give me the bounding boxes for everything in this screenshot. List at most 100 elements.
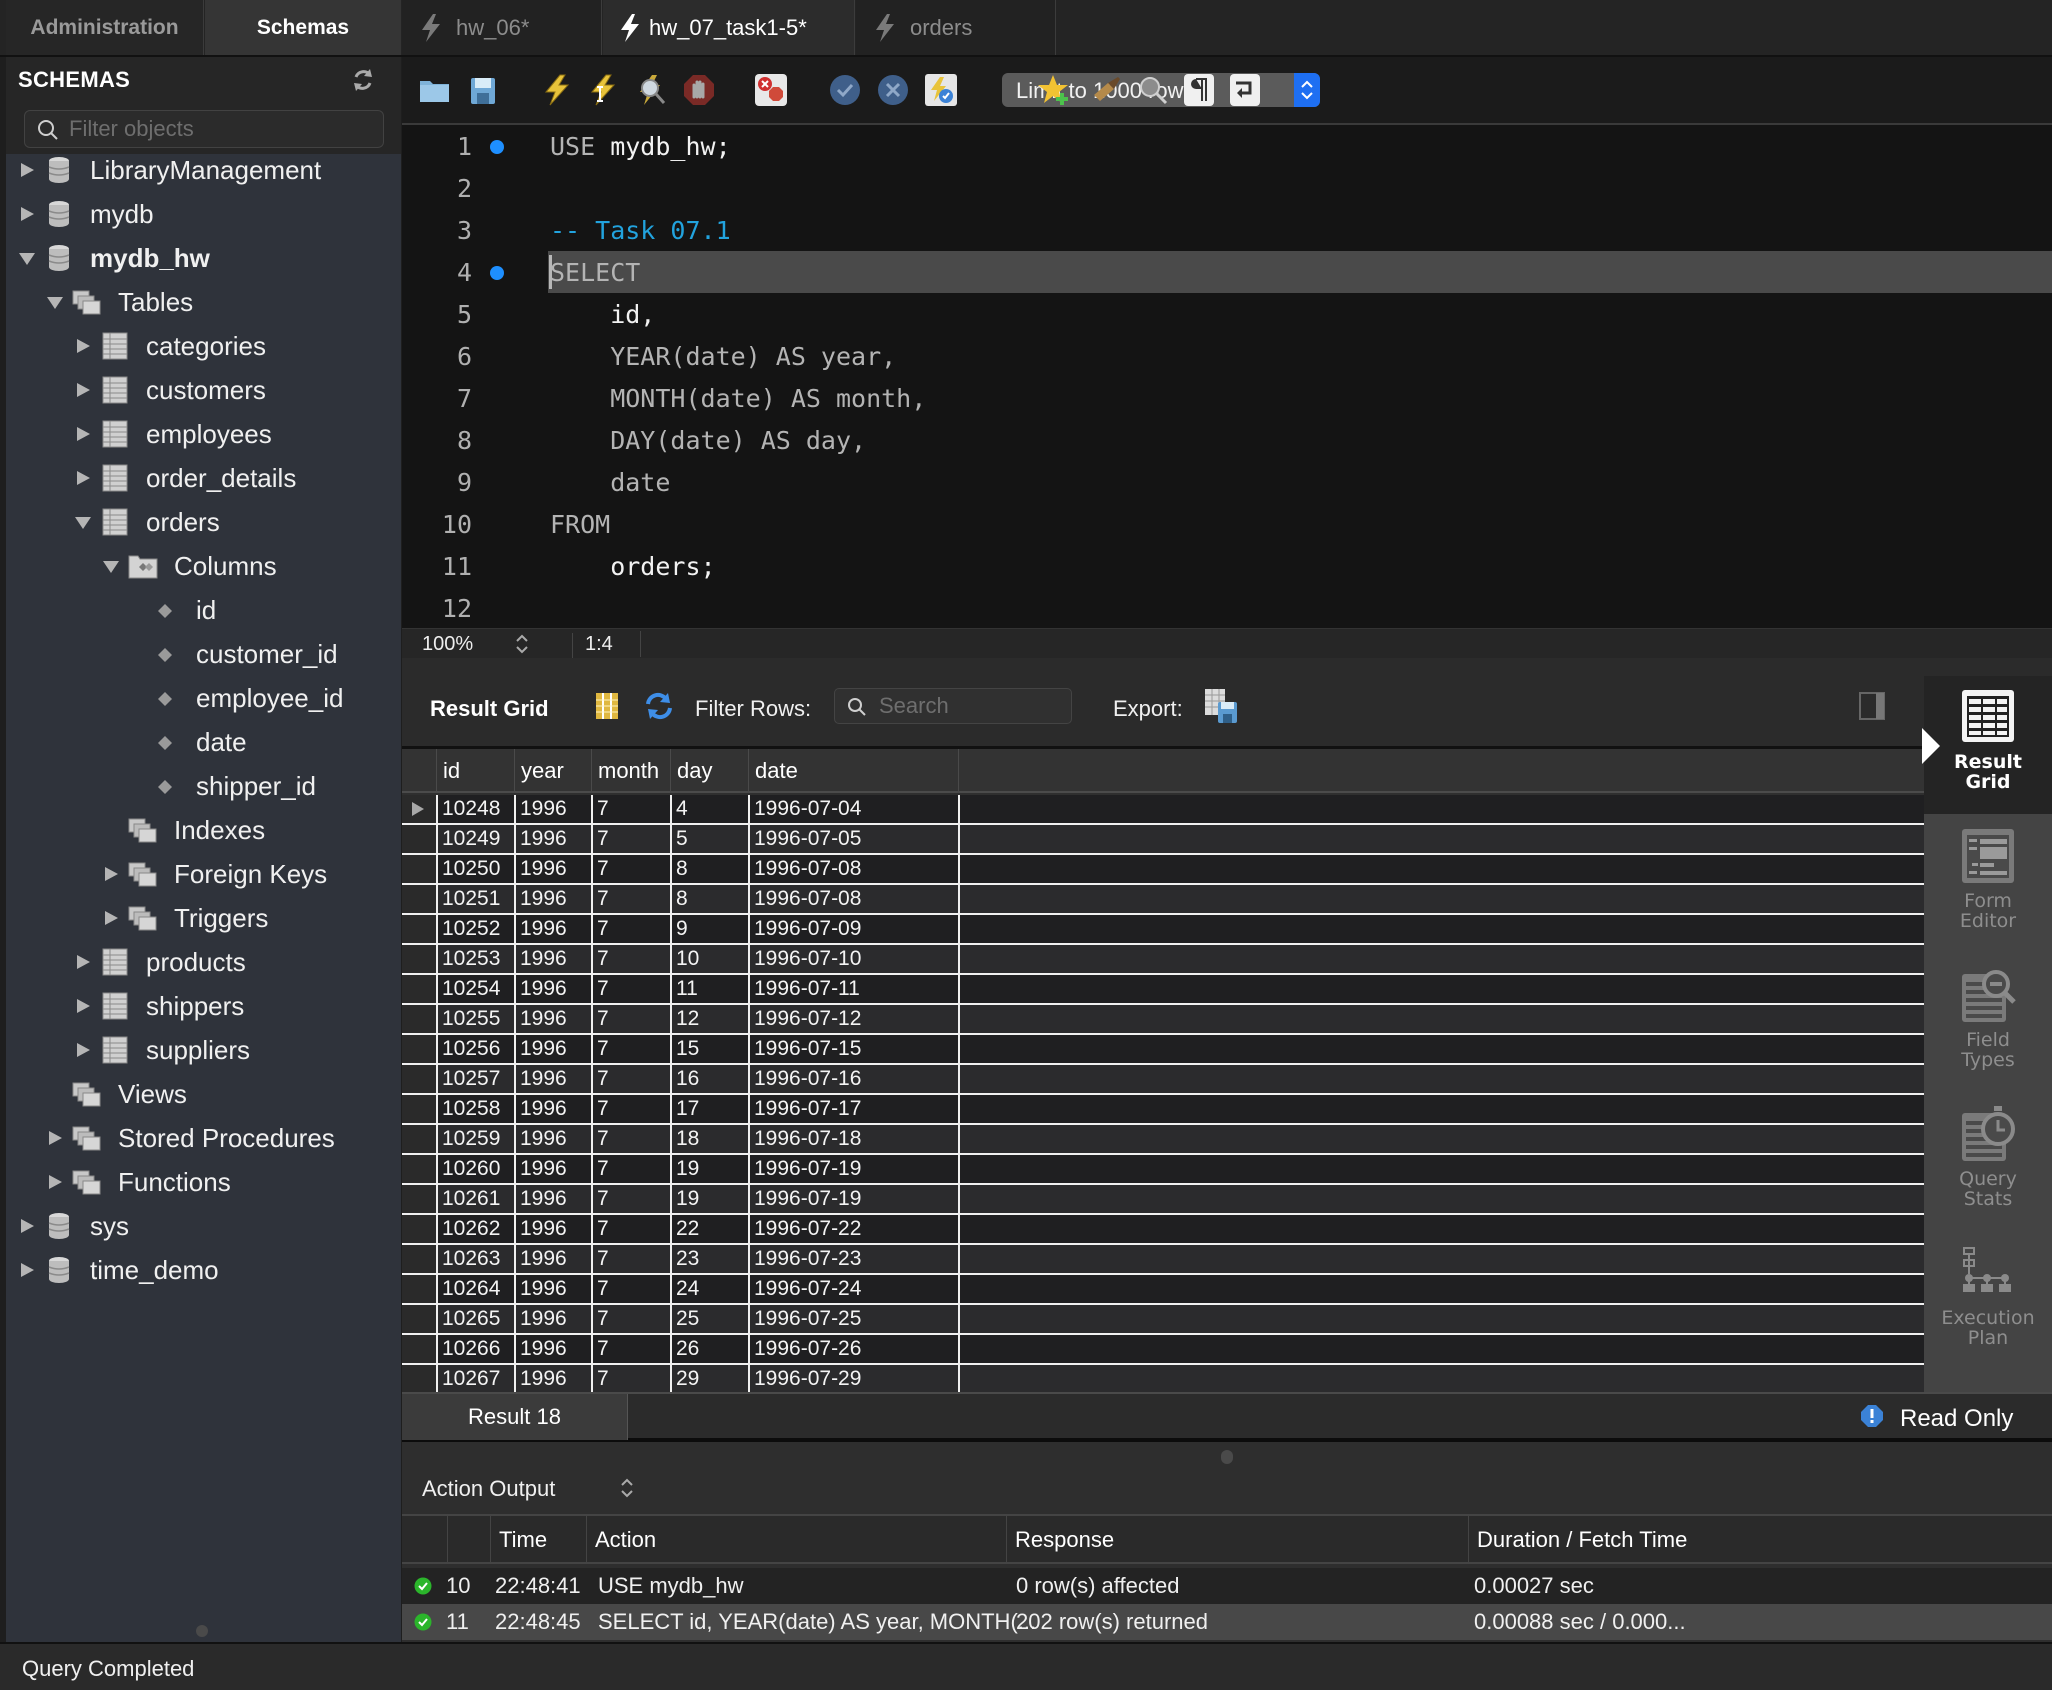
expand-right-icon[interactable] [74, 425, 92, 443]
row-header[interactable] [402, 1155, 436, 1183]
result-grid[interactable]: id year month day date 10248 1996 7 4 1996-07-04… [402, 746, 1924, 1392]
cell-month[interactable]: 7 [591, 1185, 670, 1213]
cell-year[interactable]: 1996 [514, 1245, 591, 1273]
output-row[interactable]: 11 22:48:45 SELECT id, YEAR(date) AS year,… [402, 1604, 2052, 1640]
doc-tab-hw-07-task1-5[interactable]: hw_07_task1-5* [603, 0, 855, 55]
cell-month[interactable]: 7 [591, 825, 670, 853]
cell-day[interactable]: 10 [670, 945, 748, 973]
limit-rows-stepper[interactable] [1294, 73, 1320, 107]
zoom-stepper-icon[interactable] [514, 632, 530, 656]
column-header-date[interactable]: date [748, 749, 958, 793]
cell-month[interactable]: 7 [591, 915, 670, 943]
sidebar-resize-handle[interactable] [196, 1625, 208, 1637]
side-panel-result-grid[interactable]: Result Grid [1922, 676, 2052, 814]
cell-year[interactable]: 1996 [514, 1095, 591, 1123]
cell-year[interactable]: 1996 [514, 1035, 591, 1063]
table-row[interactable]: 10265 1996 7 25 1996-07-25 [402, 1305, 1924, 1335]
table-row[interactable]: 10262 1996 7 22 1996-07-22 [402, 1215, 1924, 1245]
cell-month[interactable]: 7 [591, 1035, 670, 1063]
expand-right-icon[interactable] [102, 909, 120, 927]
expand-right-icon[interactable] [102, 865, 120, 883]
expand-right-icon[interactable] [74, 1041, 92, 1059]
cell-month[interactable]: 7 [591, 945, 670, 973]
cell-id[interactable]: 10261 [436, 1185, 514, 1213]
table-row[interactable]: 10252 1996 7 9 1996-07-09 [402, 915, 1924, 945]
output-column-header[interactable] [447, 1516, 490, 1564]
output-type-select[interactable]: Action Output [422, 1476, 555, 1502]
toggle-side-panel-icon[interactable] [1859, 692, 1885, 720]
cell-date[interactable]: 1996-07-17 [748, 1095, 958, 1123]
cell-year[interactable]: 1996 [514, 825, 591, 853]
cell-day[interactable]: 8 [670, 885, 748, 913]
expand-right-icon[interactable] [74, 469, 92, 487]
table-row[interactable]: 10253 1996 7 10 1996-07-10 [402, 945, 1924, 975]
tree-item-sys[interactable]: sys [18, 1206, 129, 1246]
tree-item-customer-id[interactable]: customer_id [150, 634, 338, 674]
output-column-header[interactable]: Response [1006, 1516, 1468, 1564]
tree-item-categories[interactable]: categories [74, 326, 266, 366]
statement-marker-icon[interactable] [490, 140, 504, 154]
cell-year[interactable]: 1996 [514, 1365, 591, 1392]
cell-day[interactable]: 9 [670, 915, 748, 943]
cell-id[interactable]: 10248 [436, 795, 514, 823]
cell-year[interactable]: 1996 [514, 1275, 591, 1303]
cell-id[interactable]: 10264 [436, 1275, 514, 1303]
tree-item-customers[interactable]: customers [74, 370, 266, 410]
table-row[interactable]: 10251 1996 7 8 1996-07-08 [402, 885, 1924, 915]
tree-item-orders[interactable]: orders [74, 502, 220, 542]
row-header[interactable] [402, 1305, 436, 1333]
column-header-day[interactable]: day [670, 749, 748, 793]
side-panel-field-types[interactable]: Field Types [1924, 954, 2052, 1092]
cell-year[interactable]: 1996 [514, 975, 591, 1003]
cell-date[interactable]: 1996-07-22 [748, 1215, 958, 1243]
cell-date[interactable]: 1996-07-16 [748, 1065, 958, 1093]
table-row[interactable]: 10266 1996 7 26 1996-07-26 [402, 1335, 1924, 1365]
cell-date[interactable]: 1996-07-04 [748, 795, 958, 823]
row-header[interactable] [402, 1035, 436, 1063]
commit-button[interactable] [828, 73, 862, 107]
row-header[interactable] [402, 1185, 436, 1213]
cell-month[interactable]: 7 [591, 1275, 670, 1303]
expand-right-icon[interactable] [74, 337, 92, 355]
cell-date[interactable]: 1996-07-09 [748, 915, 958, 943]
cell-date[interactable]: 1996-07-29 [748, 1365, 958, 1392]
table-row[interactable]: 10255 1996 7 12 1996-07-12 [402, 1005, 1924, 1035]
cell-id[interactable]: 10251 [436, 885, 514, 913]
row-header[interactable] [402, 1365, 436, 1392]
wrap-lines-button[interactable] [1228, 73, 1262, 107]
cell-id[interactable]: 10255 [436, 1005, 514, 1033]
filter-rows-input[interactable] [879, 693, 1065, 719]
cell-day[interactable]: 11 [670, 975, 748, 1003]
expand-right-icon[interactable] [18, 205, 36, 223]
cell-date[interactable]: 1996-07-19 [748, 1185, 958, 1213]
tree-item-time-demo[interactable]: time_demo [18, 1250, 219, 1290]
row-header[interactable] [402, 915, 436, 943]
table-row[interactable]: 10254 1996 7 11 1996-07-11 [402, 975, 1924, 1005]
cell-day[interactable]: 19 [670, 1185, 748, 1213]
row-header[interactable] [402, 1245, 436, 1273]
column-header-month[interactable]: month [591, 749, 670, 793]
cell-id[interactable]: 10266 [436, 1335, 514, 1363]
row-header[interactable] [402, 795, 436, 823]
expand-down-icon[interactable] [46, 293, 64, 311]
tree-item-indexes[interactable]: Indexes [102, 810, 265, 850]
cell-day[interactable]: 22 [670, 1215, 748, 1243]
tree-item-employees[interactable]: employees [74, 414, 272, 454]
tree-item-functions[interactable]: Functions [46, 1162, 231, 1202]
tree-item-views[interactable]: Views [46, 1074, 187, 1114]
cell-day[interactable]: 4 [670, 795, 748, 823]
output-column-header[interactable]: Action [586, 1516, 1006, 1564]
expand-right-icon[interactable] [74, 381, 92, 399]
cell-day[interactable]: 15 [670, 1035, 748, 1063]
expand-right-icon[interactable] [46, 1129, 64, 1147]
column-toggle-icon[interactable] [595, 692, 619, 720]
cell-year[interactable]: 1996 [514, 1305, 591, 1333]
cell-date[interactable]: 1996-07-26 [748, 1335, 958, 1363]
table-row[interactable]: 10249 1996 7 5 1996-07-05 [402, 825, 1924, 855]
expand-down-icon[interactable] [74, 513, 92, 531]
cell-month[interactable]: 7 [591, 1245, 670, 1273]
cell-id[interactable]: 10259 [436, 1125, 514, 1153]
cell-day[interactable]: 26 [670, 1335, 748, 1363]
cell-id[interactable]: 10252 [436, 915, 514, 943]
output-row[interactable]: 10 22:48:41 USE mydb_hw 0 row(s) affected 0.… [402, 1568, 2052, 1604]
